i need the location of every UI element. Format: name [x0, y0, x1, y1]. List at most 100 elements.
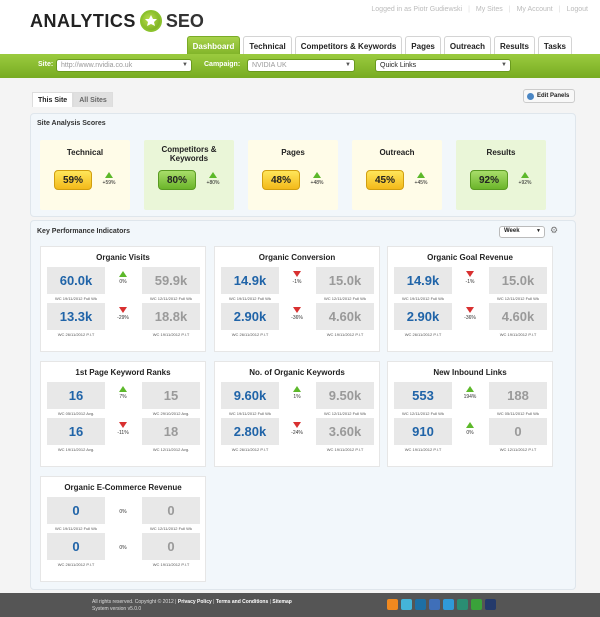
blogger-icon[interactable] [457, 599, 468, 610]
edit-panels-button[interactable]: Edit Panels [523, 89, 575, 103]
kpi-current-caption: WC 19/11/2012 Full Wk [229, 296, 271, 301]
divider: | [558, 6, 561, 13]
arrow-up-icon [466, 386, 474, 392]
twitter-icon[interactable] [443, 599, 454, 610]
kpi-title: Key Performance Indicators [37, 228, 130, 235]
tab-this-site[interactable]: This Site [32, 92, 74, 107]
logo[interactable]: ANALYTICS SEO [30, 8, 204, 34]
kpi-previous-caption: WC 12/11/2012 Avg. [152, 447, 190, 452]
score-card-title: Outreach [379, 148, 415, 157]
main-nav: Dashboard Technical Competitors & Keywor… [186, 36, 572, 54]
kpi-delta-value: 1% [293, 394, 301, 400]
score-value: 80% [158, 170, 196, 190]
kpi-card-title: Organic Visits [96, 253, 150, 262]
vimeo-icon[interactable] [401, 599, 412, 610]
kpi-current-value: 16 [47, 382, 105, 409]
score-value: 48% [262, 170, 300, 190]
kpi-current-caption: WC 19/11/2012 Full Wk [55, 526, 97, 531]
kpi-previous-caption: WC 12/11/2012 Full Wk [497, 296, 539, 301]
arrow-up-icon [417, 172, 425, 178]
system-version: System version v5.0.0 [92, 606, 142, 612]
kpi-delta: 7% [113, 386, 133, 400]
kpi-previous-caption: WC 12/11/2012 P.I.T [499, 447, 537, 452]
score-delta: +48% [306, 172, 328, 186]
arrow-up-icon [119, 271, 127, 277]
privacy-policy-link[interactable]: Privacy Policy [178, 599, 212, 605]
kpi-previous-caption: WC 12/11/2012 Full Wk [324, 411, 366, 416]
tab-all-sites[interactable]: All Sites [73, 92, 113, 107]
kpi-previous-caption: WC 19/11/2012 P.I.T [152, 562, 190, 567]
my-account-link[interactable]: My Account [517, 6, 553, 13]
kpi-card[interactable]: New Inbound Links 553 WC 12/11/2012 Full W… [387, 361, 553, 467]
campaign-select[interactable]: NVIDIA UK ▼ [247, 59, 355, 72]
kpi-card[interactable]: Organic E-Commerce Revenue 0 WC 19/11/2012… [40, 476, 206, 582]
kpi-previous-caption: WC 19/11/2012 P.I.T [326, 447, 364, 452]
my-sites-link[interactable]: My Sites [476, 6, 503, 13]
tab-pages[interactable]: Pages [405, 36, 441, 54]
period-select[interactable]: Week ▼ [499, 226, 545, 238]
score-delta: +59% [98, 172, 120, 186]
tab-outreach[interactable]: Outreach [443, 36, 491, 54]
logout-link[interactable]: Logout [567, 6, 588, 13]
kpi-previous-value: 4.60k [316, 303, 374, 330]
kpi-card-title: Organic Goal Revenue [427, 253, 513, 262]
kpi-card-title: 1st Page Keyword Ranks [75, 368, 171, 377]
arrow-up-icon [119, 386, 127, 392]
kpi-card[interactable]: Organic Goal Revenue 14.9k WC 19/11/2012 F… [387, 246, 553, 352]
kpi-current-value: 910 [394, 418, 452, 445]
kpi-current-caption: WC 19/11/2012 P.I.T [404, 447, 442, 452]
neutral-icon [113, 537, 133, 545]
score-card[interactable]: Competitors & Keywords 80% +80% [144, 140, 234, 210]
arrow-up-icon [293, 386, 301, 392]
logo-text-right: SEO [165, 10, 204, 31]
terms-link[interactable]: Terms and Conditions [216, 599, 268, 605]
delicious-icon[interactable] [429, 599, 440, 610]
kpi-previous-value: 18.8k [142, 303, 200, 330]
sitemap-link[interactable]: Sitemap [272, 599, 291, 605]
tab-competitors-keywords[interactable]: Competitors & Keywords [294, 36, 403, 54]
kpi-card[interactable]: No. of Organic Keywords 9.60k WC 19/11/201… [214, 361, 380, 467]
score-card-title: Pages [281, 148, 305, 157]
kpi-card[interactable]: Organic Conversion 14.9k WC 19/11/2012 Ful… [214, 246, 380, 352]
tab-tasks[interactable]: Tasks [537, 36, 572, 54]
gear-icon[interactable]: ⚙ [550, 225, 558, 236]
score-card[interactable]: Pages 48% +48% [248, 140, 338, 210]
tab-results[interactable]: Results [494, 36, 535, 54]
kpi-current-value: 14.9k [394, 267, 452, 294]
quick-links-select[interactable]: Quick Links ▼ [375, 59, 511, 72]
kpi-previous-value: 15.0k [489, 267, 547, 294]
kpi-delta-value: 0% [119, 279, 127, 285]
kpi-card-title: Organic Conversion [258, 253, 336, 262]
campaign-label: Campaign: [204, 61, 241, 68]
kpi-current-value: 2.80k [221, 418, 279, 445]
user-greeting: Logged in as Piotr Gudiewski [371, 6, 463, 13]
linkedin-icon[interactable] [415, 599, 426, 610]
kpi-previous-caption: WC 19/11/2012 P.I.T [499, 332, 537, 337]
site-select-value: http://www.nvidia.co.uk [61, 62, 133, 69]
stumbleupon-icon[interactable] [471, 599, 482, 610]
kpi-card-title: New Inbound Links [433, 368, 507, 377]
logo-badge-icon [139, 10, 162, 32]
neutral-icon [113, 501, 133, 509]
social-links [387, 599, 496, 610]
kpi-delta-value: 7% [119, 394, 127, 400]
kpi-card[interactable]: Organic Visits 60.0k WC 19/11/2012 Full Wk… [40, 246, 206, 352]
site-scope-tabs: This Site All Sites [32, 92, 113, 107]
rss-icon[interactable] [387, 599, 398, 610]
edit-panels-label: Edit Panels [537, 93, 570, 99]
kpi-previous-value: 15.0k [316, 267, 374, 294]
score-card[interactable]: Outreach 45% +45% [352, 140, 442, 210]
kpi-delta: -36% [287, 307, 307, 321]
tab-technical[interactable]: Technical [243, 36, 292, 54]
score-delta-value: +48% [310, 180, 324, 186]
site-select[interactable]: http://www.nvidia.co.uk ▼ [56, 59, 192, 72]
kpi-card[interactable]: 1st Page Keyword Ranks 16 WC 05/11/2012 Av… [40, 361, 206, 467]
score-card[interactable]: Technical 59% +59% [40, 140, 130, 210]
facebook-icon[interactable] [485, 599, 496, 610]
tab-dashboard[interactable]: Dashboard [186, 36, 241, 54]
chevron-down-icon: ▼ [345, 62, 351, 68]
arrow-down-icon [466, 307, 474, 313]
kpi-previous-value: 188 [489, 382, 547, 409]
score-card[interactable]: Results 92% +92% [456, 140, 546, 210]
kpi-current-caption: WC 05/11/2012 Avg. [57, 411, 95, 416]
